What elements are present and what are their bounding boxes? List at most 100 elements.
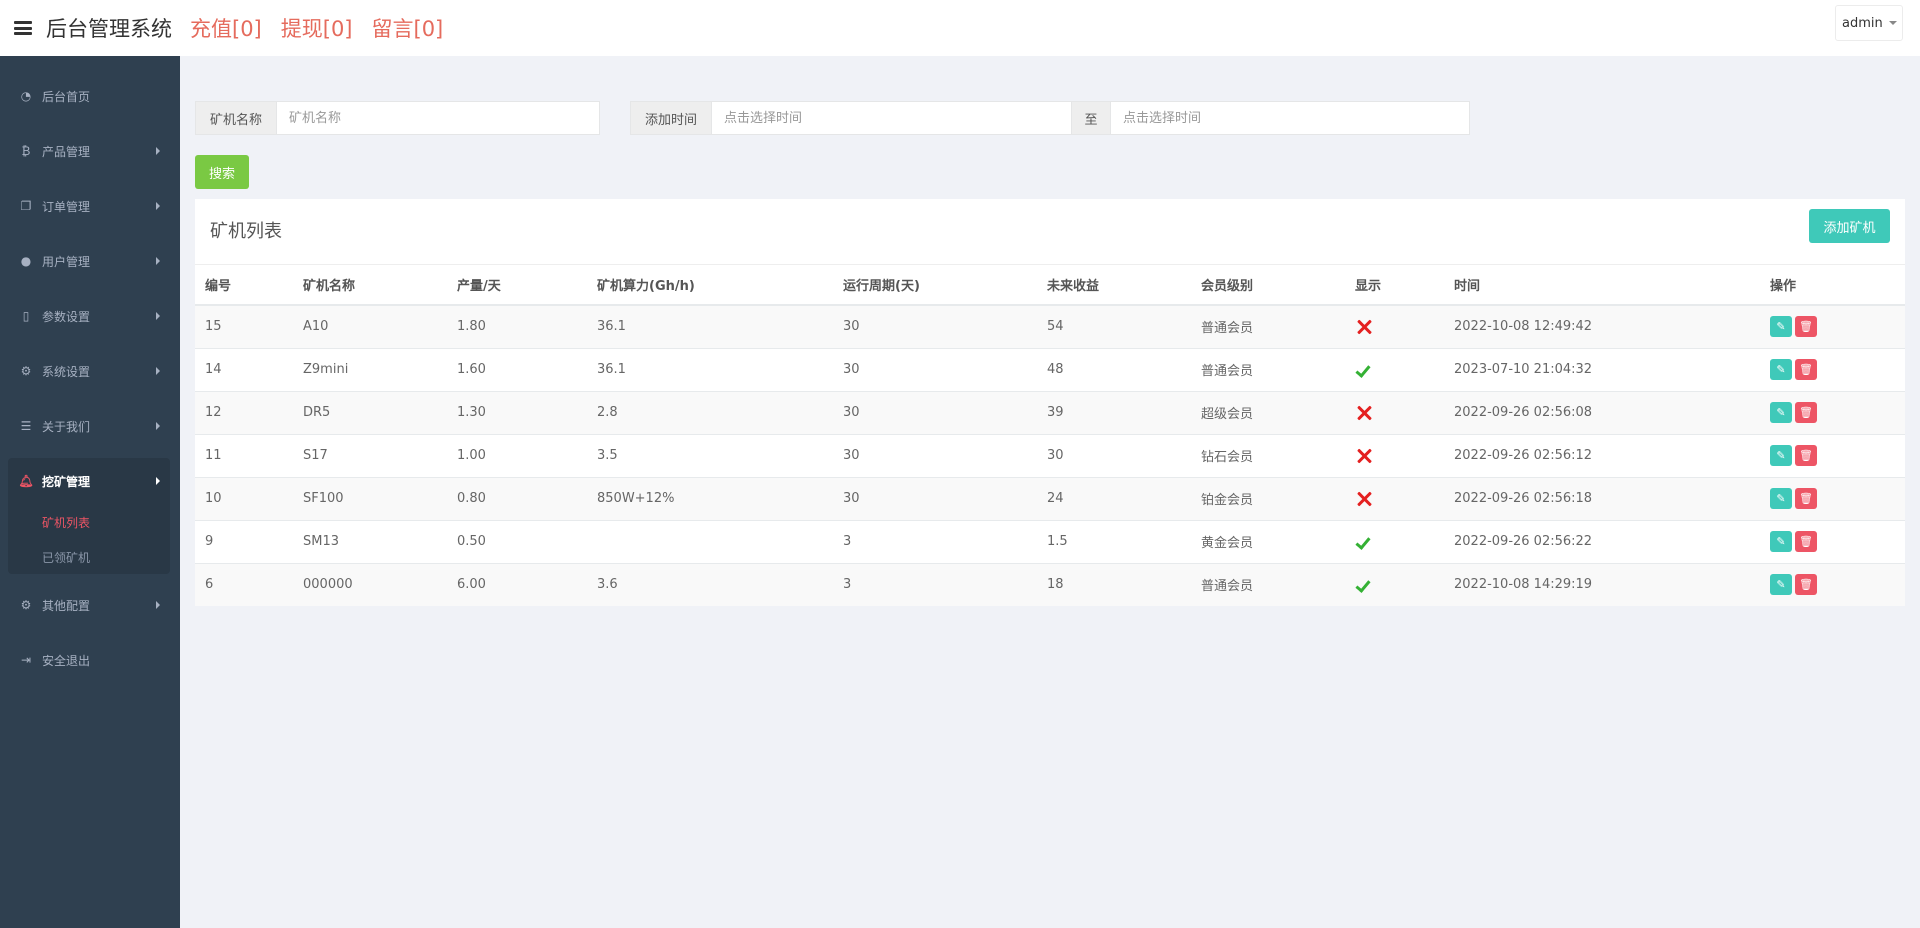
trash-icon: 🗑︎ <box>1799 492 1813 505</box>
user-name: admin <box>1842 15 1883 31</box>
start-time-input[interactable] <box>712 102 1071 134</box>
menu-toggle-icon[interactable] <box>14 21 32 35</box>
sidebar-item-label: 产品管理 <box>42 144 91 159</box>
delete-button[interactable]: 🗑︎ <box>1795 531 1817 552</box>
cell-name: Z9mini <box>293 347 447 391</box>
sidebar-item-label: 挖矿管理 <box>42 474 91 489</box>
cell-level: 黄金会员 <box>1191 519 1345 563</box>
cell-level: 钻石会员 <box>1191 433 1345 477</box>
cell-output: 1.00 <box>447 433 587 477</box>
message-link[interactable]: 留言[0] <box>372 13 444 43</box>
add-miner-button[interactable]: 添加矿机 <box>1809 209 1890 243</box>
miner-name-group: 矿机名称 <box>195 101 600 135</box>
table-row: 15 A10 1.80 36.1 30 54 普通会员 2022-10-08 12:49:42… <box>195 304 1905 348</box>
cell-name: A10 <box>293 304 447 348</box>
gear-icon: ⚙ <box>20 598 32 612</box>
cell-id: 14 <box>195 347 293 391</box>
sidebar-item-about[interactable]: ☰ 关于我们 <box>0 409 180 443</box>
cell-income: 39 <box>1037 390 1191 434</box>
trash-icon: 🗑︎ <box>1799 578 1813 592</box>
delete-button[interactable]: 🗑︎ <box>1795 402 1817 423</box>
add-time-label: 添加时间 <box>631 102 712 134</box>
pencil-icon: ✎ <box>1776 449 1786 462</box>
edit-button[interactable]: ✎ <box>1770 574 1792 596</box>
cell-output: 0.80 <box>447 476 587 520</box>
sidebar-item-orders[interactable]: ❐ 订单管理 <box>0 189 180 223</box>
sidebar-item-users[interactable]: ● 用户管理 <box>0 244 180 278</box>
sidebar-item-label: 参数设置 <box>42 309 91 324</box>
close-icon <box>1355 490 1373 508</box>
list-icon: ☰ <box>20 419 32 433</box>
sidebar-subitem-miner-list[interactable]: 矿机列表 <box>42 514 90 531</box>
cell-time: 2022-09-26 02:56:12 <box>1444 433 1760 477</box>
delete-button[interactable]: 🗑︎ <box>1795 316 1817 338</box>
withdraw-link[interactable]: 提现[0] <box>281 13 353 43</box>
user-menu-button[interactable]: admin <box>1835 5 1903 41</box>
cell-id: 12 <box>195 390 293 434</box>
trash-icon: 🗑︎ <box>1799 449 1813 462</box>
col-header: 未来收益 <box>1037 265 1191 306</box>
recharge-link[interactable]: 充值[0] <box>190 13 262 43</box>
col-header: 时间 <box>1444 265 1760 306</box>
delete-button[interactable]: 🗑︎ <box>1795 574 1817 596</box>
search-button[interactable]: 搜索 <box>195 155 249 189</box>
cell-cycle: 30 <box>833 304 1037 348</box>
delete-button[interactable]: 🗑︎ <box>1795 488 1817 509</box>
pencil-icon: ✎ <box>1776 363 1786 376</box>
caret-right-icon <box>156 601 160 609</box>
sidebar-item-home[interactable]: ◔ 后台首页 <box>0 79 180 113</box>
sidebar-item-mining[interactable]: 🔔︎ 挖矿管理 <box>0 464 180 498</box>
caret-right-icon <box>156 422 160 430</box>
col-header: 矿机名称 <box>293 265 447 306</box>
edit-button[interactable]: ✎ <box>1770 402 1792 423</box>
cell-output: 1.60 <box>447 347 587 391</box>
cell-name: DR5 <box>293 390 447 434</box>
cell-show <box>1345 347 1444 391</box>
edit-button[interactable]: ✎ <box>1770 488 1792 509</box>
cell-actions: ✎ 🗑︎ <box>1760 519 1905 563</box>
pencil-icon: ✎ <box>1776 492 1786 505</box>
col-header: 产量/天 <box>447 265 587 306</box>
cell-output: 1.30 <box>447 390 587 434</box>
edit-button[interactable]: ✎ <box>1770 359 1792 380</box>
edit-button[interactable]: ✎ <box>1770 445 1792 466</box>
cell-actions: ✎ 🗑︎ <box>1760 562 1905 606</box>
end-time-input[interactable] <box>1111 102 1468 134</box>
table-row: 14 Z9mini 1.60 36.1 30 48 普通会员 2023-07-10 21:04… <box>195 347 1905 391</box>
caret-right-icon <box>156 147 160 155</box>
delete-button[interactable]: 🗑︎ <box>1795 359 1817 380</box>
sidebar-item-label: 用户管理 <box>42 254 91 269</box>
caret-right-icon <box>156 257 160 265</box>
sidebar-item-label: 关于我们 <box>42 419 91 434</box>
sidebar-item-other-config[interactable]: ⚙ 其他配置 <box>0 588 180 622</box>
cell-name: 000000 <box>293 562 447 606</box>
to-label: 至 <box>1071 102 1111 134</box>
sidebar-item-label: 其他配置 <box>42 598 91 613</box>
delete-button[interactable]: 🗑︎ <box>1795 445 1817 466</box>
check-icon <box>1355 533 1373 551</box>
table-row: 10 SF100 0.80 850W+12% 30 24 铂金会员 2022-09-26 02… <box>195 476 1905 520</box>
trash-icon: 🗑︎ <box>1799 535 1813 548</box>
miner-name-input[interactable] <box>277 102 599 134</box>
sidebar-item-logout[interactable]: ⇥ 安全退出 <box>0 643 180 677</box>
trash-icon: 🗑︎ <box>1799 406 1813 419</box>
cell-id: 11 <box>195 433 293 477</box>
cell-level: 铂金会员 <box>1191 476 1345 520</box>
sidebar-item-label: 安全退出 <box>42 653 91 668</box>
bitcoin-icon: ₿ <box>21 144 31 158</box>
add-time-group: 添加时间 至 <box>630 101 1470 135</box>
cell-actions: ✎ 🗑︎ <box>1760 390 1905 434</box>
sidebar-item-system[interactable]: ⚙ 系统设置 <box>0 354 180 388</box>
cell-power: 36.1 <box>587 347 833 391</box>
cell-cycle: 3 <box>833 562 1037 606</box>
caret-down-icon <box>1888 21 1897 25</box>
close-icon <box>1355 404 1373 422</box>
edit-button[interactable]: ✎ <box>1770 531 1792 552</box>
sidebar-item-products[interactable]: ₿ 产品管理 <box>0 134 180 168</box>
cell-income: 48 <box>1037 347 1191 391</box>
sidebar-item-params[interactable]: ▯ 参数设置 <box>0 299 180 333</box>
caret-right-icon <box>156 477 160 485</box>
sidebar-subitem-claimed-miners[interactable]: 已领矿机 <box>42 549 90 566</box>
edit-button[interactable]: ✎ <box>1770 316 1792 338</box>
panel-title: 矿机列表 <box>210 221 282 242</box>
